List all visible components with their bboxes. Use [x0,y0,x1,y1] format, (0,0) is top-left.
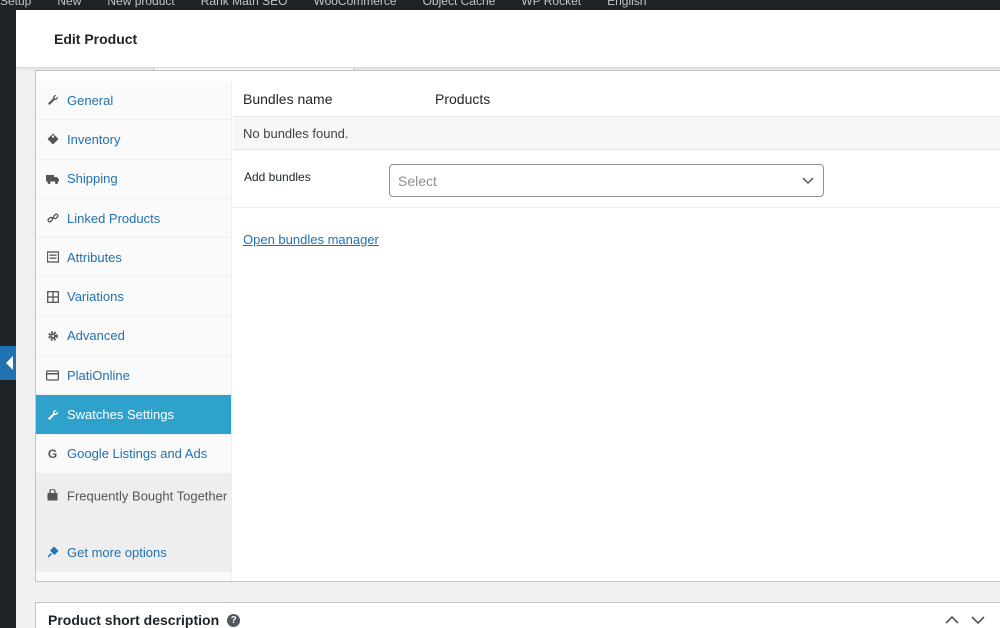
column-header-bundles-name: Bundles name [243,90,333,107]
tab-advanced[interactable]: Advanced [36,317,231,357]
tab-label: Frequently Bought Together [67,488,228,504]
plugin-icon [46,546,59,559]
admin-bar-item[interactable]: Setup [0,0,31,8]
short-description-box: Product short description ? [35,602,1000,628]
card-icon [46,369,59,382]
bag-icon [46,489,59,502]
tab-label: PlatiOnline [67,367,130,383]
grid-icon [46,290,59,303]
screen-options-tab[interactable] [153,68,355,71]
link-icon [46,212,59,225]
bundles-table-header: Bundles name Products [233,81,1000,117]
bundles-panel: Bundles name Products No bundles found. … [233,81,1000,581]
admin-bar-item[interactable]: WooCommerce [313,0,396,8]
tab-label: Shipping [67,171,118,187]
tab-label: Advanced [67,328,125,344]
tab-inventory[interactable]: Inventory [36,120,231,160]
admin-bar-item[interactable]: English [607,0,646,8]
wrench-icon [46,94,59,107]
collapse-menu-button[interactable] [0,346,16,380]
tab-general[interactable]: General [36,81,231,121]
product-data-panel: General Inventory Shipping Linked Produc… [35,70,1000,582]
admin-menu [0,10,16,628]
admin-bar-item[interactable]: New [57,0,81,8]
chevron-left-icon [5,356,13,370]
admin-bar: Setup New New product Rank Math SEO WooC… [0,0,1000,10]
admin-bar-item[interactable]: Rank Math SEO [201,0,288,8]
tab-attributes[interactable]: Attributes [36,238,231,278]
tab-label: Swatches Settings [67,407,174,423]
tag-icon [46,133,59,146]
content-area: Edit Product General Inventory Shipping [16,10,1000,628]
tab-label: Linked Products [67,210,161,226]
tab-variations[interactable]: Variations [36,277,231,317]
chevron-up-icon[interactable] [944,613,960,627]
help-icon[interactable]: ? [227,613,241,627]
truck-icon [46,172,59,185]
add-bundles-select[interactable]: Select [389,164,824,197]
page-header: Edit Product [16,10,1000,68]
tab-frequently-bought-together[interactable]: Frequently Bought Together [36,473,231,533]
tab-label: Attributes [67,249,122,265]
gear-icon [46,329,59,342]
chevron-down-icon [802,177,814,185]
list-icon [46,251,59,264]
chevron-down-icon[interactable] [970,613,986,627]
empty-message: No bundles found. [233,117,1000,150]
tab-google-listings[interactable]: G Google Listings and Ads [36,435,231,474]
tab-plationline[interactable]: PlatiOnline [36,356,231,396]
tab-label: Get more options [67,544,167,560]
column-header-products: Products [435,90,491,107]
page-title: Edit Product [54,31,138,47]
add-bundles-label: Add bundles [244,170,311,184]
admin-bar-item[interactable]: WP Rocket [521,0,581,8]
tab-label: General [67,92,114,108]
tab-label: Variations [67,289,124,305]
wrench-icon [46,408,59,421]
google-icon: G [47,446,58,461]
tab-get-more-options[interactable]: Get more options [36,532,231,573]
tab-linked-products[interactable]: Linked Products [36,199,231,239]
tab-label: Google Listings and Ads [67,446,208,462]
tab-swatches-settings[interactable]: Swatches Settings [36,395,231,435]
tab-shipping[interactable]: Shipping [36,160,231,199]
tab-label: Inventory [67,131,121,147]
short-description-title: Product short description [48,612,220,628]
product-data-tabs: General Inventory Shipping Linked Produc… [36,81,232,581]
select-placeholder: Select [398,172,437,189]
admin-bar-item[interactable]: New product [107,0,174,8]
open-bundles-manager-link[interactable]: Open bundles manager [243,232,379,247]
admin-bar-item[interactable]: Object Cache [423,0,496,8]
add-bundles-row: Add bundles Select [233,150,1000,208]
